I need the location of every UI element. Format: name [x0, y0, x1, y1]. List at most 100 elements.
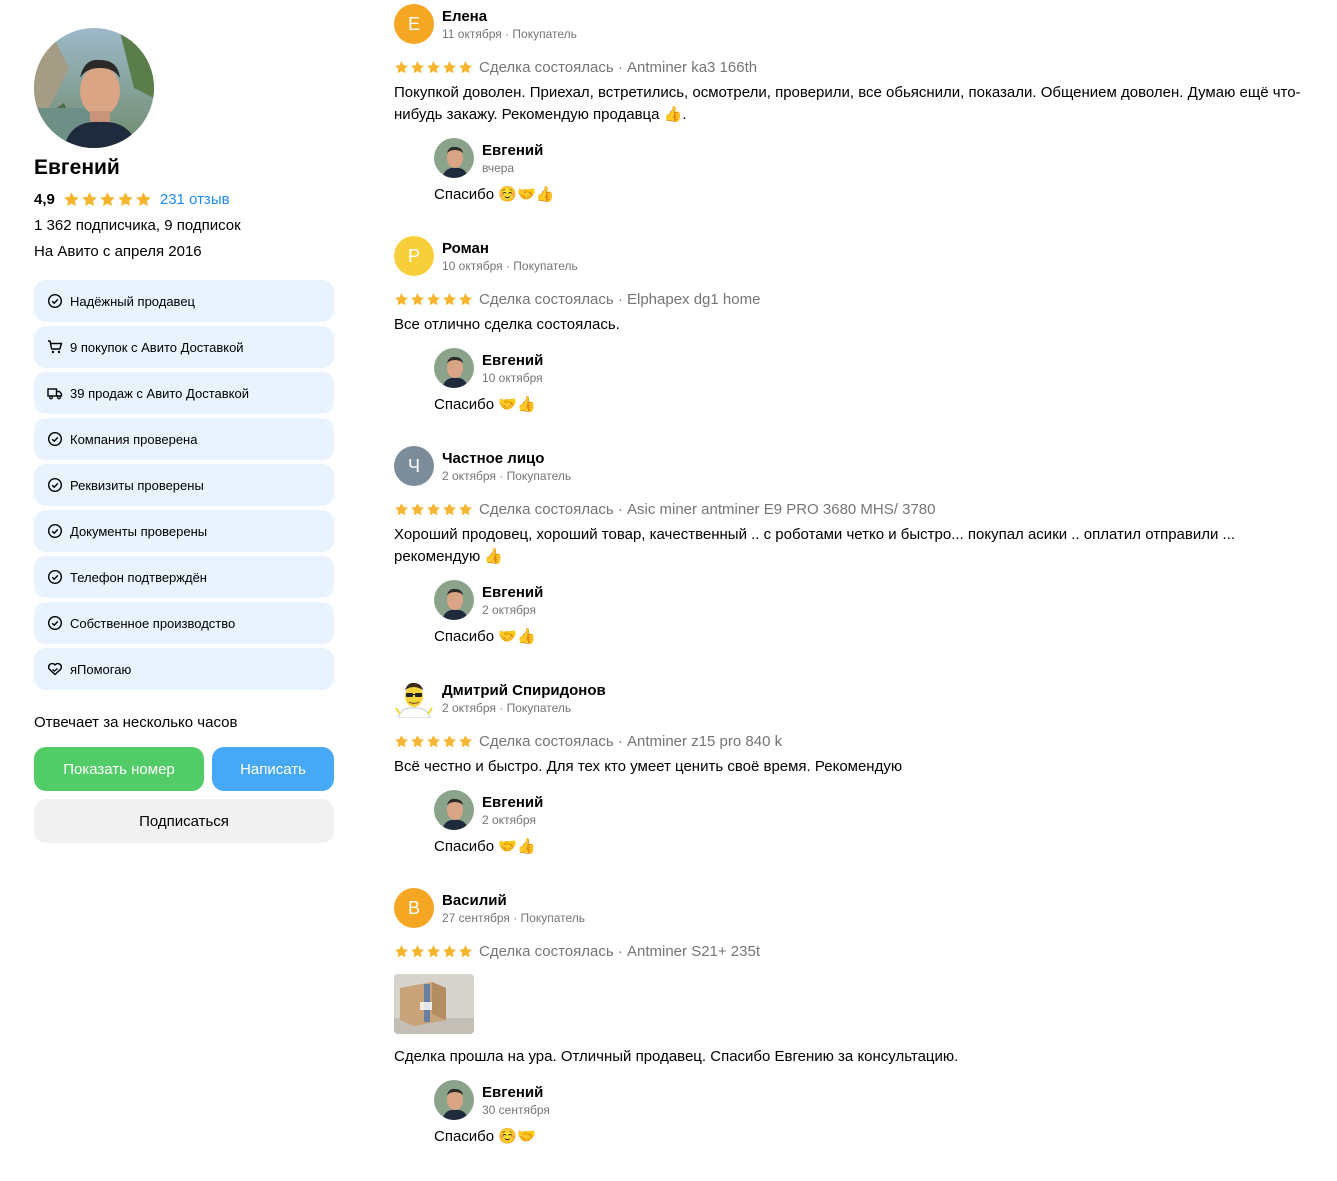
star-icon	[459, 60, 472, 73]
reviewer-name[interactable]: Роман	[442, 239, 578, 258]
reply-text: Спасибо ☺️🤝	[434, 1128, 536, 1145]
seller-avatar[interactable]	[34, 28, 154, 148]
check-circle-icon	[47, 293, 63, 309]
star-icon	[411, 502, 424, 515]
seller-sidebar: Евгений 4,9 231 отзыв 1 362 подписчика, …	[34, 28, 334, 843]
reviews-list: Е Елена 11 октября · Покупатель Сделка с…	[394, 4, 1314, 1148]
badge-sales-delivery[interactable]: 39 продаж с Авито Доставкой	[34, 372, 334, 414]
review-header: Е Елена 11 октября · Покупатель	[394, 4, 1314, 48]
star-icon	[411, 734, 424, 747]
star-icon	[411, 292, 424, 305]
check-circle-icon	[47, 523, 63, 539]
reviewer-name[interactable]: Елена	[442, 7, 577, 26]
review-header: Ч Частное лицо 2 октября · Покупатель	[394, 446, 1314, 490]
reply-text: Спасибо 🤝👍	[434, 396, 536, 413]
star-icon	[411, 944, 424, 957]
badge-ya-pomogayu[interactable]: яПомогаю	[34, 648, 334, 690]
seller-reply: Евгений вчера Спасибо ☺️🤝👍	[434, 138, 1314, 206]
check-circle-icon	[47, 477, 63, 493]
reply-author: Евгений	[482, 352, 544, 369]
seller-reply-avatar	[434, 348, 474, 388]
reviewer-avatar[interactable]: Р	[394, 236, 434, 276]
star-icon	[395, 944, 408, 957]
badge-own-production[interactable]: Собственное производство	[34, 602, 334, 644]
reviews-link[interactable]: 231 отзыв	[160, 191, 230, 208]
reviewer-name[interactable]: Дмитрий Спиридонов	[442, 681, 606, 700]
member-since: На Авито с апреля 2016	[34, 243, 202, 260]
show-phone-button[interactable]: Показать номер	[34, 747, 204, 791]
star-icon	[395, 292, 408, 305]
star-icon	[136, 191, 151, 206]
response-time: Отвечает за несколько часов	[34, 714, 238, 731]
star-icon	[82, 191, 97, 206]
deal-text[interactable]: Сделка состоялась · Elphapex dg1 home	[479, 291, 760, 308]
deal-info: Сделка состоялась · Elphapex dg1 home	[394, 288, 1314, 310]
seller-reply: Евгений 30 сентября Спасибо ☺️🤝	[434, 1080, 1314, 1148]
seller-badges: Надёжный продавец 9 покупок с Авито Дост…	[34, 280, 334, 690]
star-icon	[411, 60, 424, 73]
deal-text[interactable]: Сделка состоялась · Antminer ka3 166th	[479, 59, 757, 76]
badge-documents-verified[interactable]: Документы проверены	[34, 510, 334, 552]
reviewer-name[interactable]: Василий	[442, 891, 585, 910]
badge-phone-verified[interactable]: Телефон подтверждён	[34, 556, 334, 598]
star-icon	[459, 502, 472, 515]
reviewer-avatar[interactable]: Е	[394, 4, 434, 44]
review-item: Ч Частное лицо 2 октября · Покупатель Сд…	[394, 446, 1314, 678]
review-item: Дмитрий Спиридонов 2 октября · Покупател…	[394, 678, 1314, 888]
deal-text[interactable]: Сделка состоялась · Antminer S21+ 235t	[479, 943, 760, 960]
review-meta: 27 сентября · Покупатель	[442, 911, 586, 925]
reviewer-avatar[interactable]: Ч	[394, 446, 434, 486]
seller-reply-avatar	[434, 138, 474, 178]
review-item: Р Роман 10 октября · Покупатель Сделка с…	[394, 236, 1314, 446]
reviewer-avatar[interactable]: В	[394, 888, 434, 928]
star-icon	[118, 191, 133, 206]
review-stars	[394, 944, 473, 959]
seller-reply: Евгений 10 октября Спасибо 🤝👍	[434, 348, 1314, 416]
badge-label: 39 продаж с Авито Доставкой	[70, 385, 249, 401]
star-icon	[427, 734, 440, 747]
write-message-button[interactable]: Написать	[212, 747, 334, 791]
badge-label: Собственное производство	[70, 615, 236, 631]
seller-reply-avatar	[434, 580, 474, 620]
rating-stars	[63, 191, 152, 208]
contact-actions: Показать номер Написать	[34, 747, 334, 791]
reply-text: Спасибо 🤝👍	[434, 628, 536, 645]
review-stars	[394, 60, 473, 75]
badge-reliable-seller[interactable]: Надёжный продавец	[34, 280, 334, 322]
reply-header: Евгений 2 октября	[434, 580, 1314, 622]
star-icon	[443, 60, 456, 73]
star-icon	[395, 734, 408, 747]
heart-hands-icon	[47, 661, 63, 677]
reply-date: 30 сентября	[482, 1103, 550, 1117]
seller-reply: Евгений 2 октября Спасибо 🤝👍	[434, 790, 1314, 858]
seller-rating: 4,9 231 отзыв	[34, 188, 334, 210]
badge-requisites-verified[interactable]: Реквизиты проверены	[34, 464, 334, 506]
reply-date: 2 октября	[482, 603, 536, 617]
badge-label: Надёжный продавец	[70, 293, 195, 309]
reviewer-name[interactable]: Частное лицо	[442, 449, 571, 468]
subscribe-button[interactable]: Подписаться	[34, 799, 334, 843]
deal-info: Сделка состоялась · Antminer S21+ 235t	[394, 940, 1314, 962]
star-icon	[427, 292, 440, 305]
reply-author: Евгений	[482, 142, 544, 159]
deal-info: Сделка состоялась · Antminer z15 pro 840…	[394, 730, 1314, 752]
star-icon	[395, 502, 408, 515]
badge-label: яПомогаю	[70, 661, 132, 677]
star-icon	[459, 944, 472, 957]
star-icon	[443, 502, 456, 515]
reviewer-avatar-cartoon[interactable]	[394, 678, 434, 718]
review-photo[interactable]	[394, 974, 474, 1034]
reply-author: Евгений	[482, 1084, 544, 1101]
review-stars	[394, 734, 473, 749]
badge-purchases-delivery[interactable]: 9 покупок с Авито Доставкой	[34, 326, 334, 368]
review-stars	[394, 502, 473, 517]
deal-text[interactable]: Сделка состоялась · Antminer z15 pro 840…	[479, 733, 782, 750]
subscribers-count[interactable]: 1 362 подписчика, 9 подписок	[34, 213, 334, 239]
reply-header: Евгений 30 сентября	[434, 1080, 1314, 1122]
badge-company-verified[interactable]: Компания проверена	[34, 418, 334, 460]
seller-reply-avatar	[434, 1080, 474, 1120]
star-icon	[443, 734, 456, 747]
deal-text[interactable]: Сделка состоялась · Asic miner antminer …	[479, 501, 935, 518]
review-meta: 11 октября · Покупатель	[442, 27, 577, 41]
review-stars	[394, 292, 473, 307]
